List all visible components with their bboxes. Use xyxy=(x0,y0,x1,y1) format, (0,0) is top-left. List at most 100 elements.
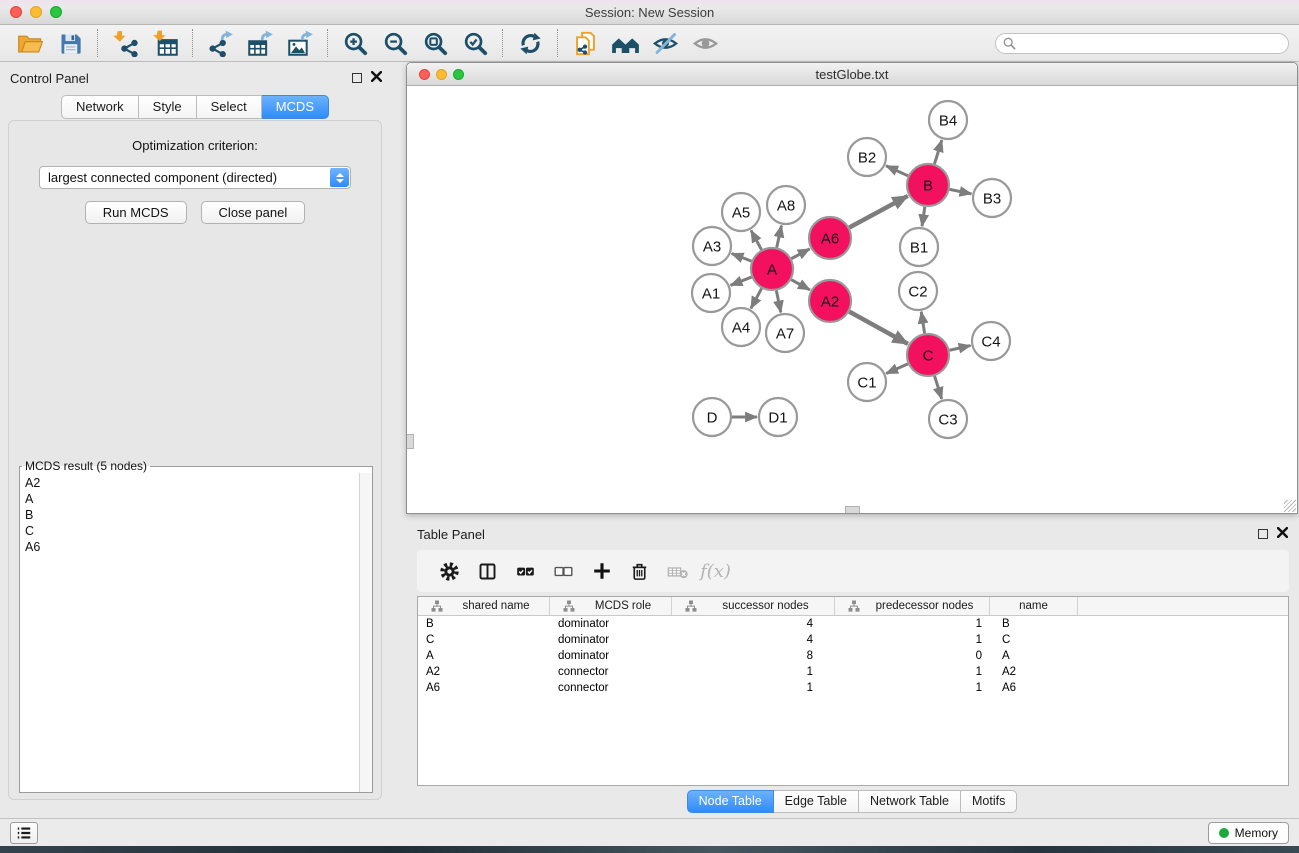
node-D[interactable]: D xyxy=(693,398,731,436)
network-close-button[interactable] xyxy=(419,69,430,80)
window-resize-grip[interactable] xyxy=(1284,500,1296,512)
close-panel-icon[interactable] xyxy=(371,71,382,82)
bottom-splitter-handle[interactable] xyxy=(845,506,860,513)
node-C4[interactable]: C4 xyxy=(972,322,1010,360)
trash-button[interactable] xyxy=(623,554,656,588)
node-B4[interactable]: B4 xyxy=(929,101,967,139)
edge-A-A7[interactable] xyxy=(776,291,780,313)
edge-A-A2[interactable] xyxy=(791,280,810,290)
edge-A-A5[interactable] xyxy=(751,230,761,249)
show-panels-button[interactable] xyxy=(10,822,38,844)
import-network-button[interactable] xyxy=(105,27,145,59)
node-B2[interactable]: B2 xyxy=(848,138,886,176)
export-image-button[interactable] xyxy=(280,27,320,59)
edge-B-B2[interactable] xyxy=(886,166,908,176)
import-table-button[interactable] xyxy=(145,27,185,59)
search-input[interactable] xyxy=(1020,35,1288,52)
tab-network[interactable]: Network xyxy=(61,95,139,119)
memory-button[interactable]: Memory xyxy=(1208,822,1289,844)
columns-button[interactable] xyxy=(471,554,504,588)
zoom-fit-button[interactable] xyxy=(415,27,455,59)
refresh-button[interactable] xyxy=(510,27,550,59)
edge-A-A6[interactable] xyxy=(791,249,809,259)
edge-A6-B[interactable] xyxy=(849,196,907,228)
node-B3[interactable]: B3 xyxy=(973,179,1011,217)
tab-network-table[interactable]: Network Table xyxy=(859,790,961,813)
float-table-panel-icon[interactable] xyxy=(1258,529,1268,539)
tab-node-table[interactable]: Node Table xyxy=(687,790,774,813)
tab-mcds[interactable]: MCDS xyxy=(262,95,329,119)
column-header-predecessor-nodes[interactable]: predecessor nodes xyxy=(835,597,990,615)
edge-B-B4[interactable] xyxy=(934,140,941,164)
zoom-window-button[interactable] xyxy=(50,6,62,18)
edge-A2-C[interactable] xyxy=(849,312,908,344)
column-header-MCDS-role[interactable]: MCDS role xyxy=(550,597,672,615)
node-A[interactable]: A xyxy=(751,248,793,290)
mcds-result-item[interactable]: A xyxy=(20,491,358,507)
mcds-result-item[interactable]: B xyxy=(20,507,358,523)
node-A2[interactable]: A2 xyxy=(809,280,851,322)
node-B1[interactable]: B1 xyxy=(900,228,938,266)
node-A4[interactable]: A4 xyxy=(722,308,760,346)
minimize-window-button[interactable] xyxy=(30,6,42,18)
network-minimize-button[interactable] xyxy=(436,69,447,80)
column-header-shared-name[interactable]: shared name xyxy=(418,597,550,615)
select-all-button[interactable] xyxy=(509,554,542,588)
node-B[interactable]: B xyxy=(907,164,949,206)
run-mcds-button[interactable]: Run MCDS xyxy=(85,201,187,224)
edge-B-B1[interactable] xyxy=(922,207,925,226)
column-header-name[interactable]: name xyxy=(990,597,1078,615)
eye-button[interactable] xyxy=(685,27,725,59)
edge-A-A4[interactable] xyxy=(751,288,762,308)
clone-network-button[interactable] xyxy=(565,27,605,59)
node-C[interactable]: C xyxy=(907,334,949,376)
save-button[interactable] xyxy=(50,27,90,59)
optimization-criterion-select[interactable]: largest connected component (directed) xyxy=(39,166,351,189)
tab-style[interactable]: Style xyxy=(139,95,197,119)
edge-A-A1[interactable] xyxy=(731,277,752,285)
close-table-panel-icon[interactable] xyxy=(1277,527,1288,538)
node-A3[interactable]: A3 xyxy=(693,227,731,265)
eye-slash-button[interactable] xyxy=(645,27,685,59)
node-A5[interactable]: A5 xyxy=(722,193,760,231)
table-row[interactable]: A6connector11A6 xyxy=(418,680,1288,696)
node-A8[interactable]: A8 xyxy=(767,186,805,224)
column-header-successor-nodes[interactable]: successor nodes xyxy=(672,597,835,615)
mcds-result-item[interactable]: C xyxy=(20,523,358,539)
tab-motifs[interactable]: Motifs xyxy=(961,790,1017,813)
gear-button[interactable] xyxy=(433,554,466,588)
edge-C-C1[interactable] xyxy=(886,364,908,374)
export-network-button[interactable] xyxy=(200,27,240,59)
edge-C-C3[interactable] xyxy=(935,376,942,399)
edge-A-A3[interactable] xyxy=(732,254,752,262)
mcds-result-item[interactable]: A6 xyxy=(20,539,358,555)
add-button[interactable] xyxy=(585,554,618,588)
edge-B-B3[interactable] xyxy=(950,189,972,193)
node-C3[interactable]: C3 xyxy=(929,400,967,438)
network-zoom-button[interactable] xyxy=(453,69,464,80)
zoom-in-button[interactable] xyxy=(335,27,375,59)
table-row[interactable]: Bdominator41B xyxy=(418,616,1288,632)
float-panel-icon[interactable] xyxy=(352,73,362,83)
zoom-selected-button[interactable] xyxy=(455,27,495,59)
node-D1[interactable]: D1 xyxy=(759,398,797,436)
deselect-all-button[interactable] xyxy=(547,554,580,588)
close-panel-button[interactable]: Close panel xyxy=(201,201,306,224)
table-row[interactable]: Adominator80A xyxy=(418,648,1288,664)
node-C2[interactable]: C2 xyxy=(899,272,937,310)
node-C1[interactable]: C1 xyxy=(848,363,886,401)
tab-select[interactable]: Select xyxy=(197,95,262,119)
node-A7[interactable]: A7 xyxy=(766,314,804,352)
export-table-button[interactable] xyxy=(240,27,280,59)
network-canvas[interactable]: B4B2BB3A8A5A6A3B1AC2A1A2A4A7C4CC1C3DD1 xyxy=(407,86,1297,513)
tab-edge-table[interactable]: Edge Table xyxy=(774,790,859,813)
edge-C-C2[interactable] xyxy=(921,312,924,334)
result-scrollbar[interactable] xyxy=(359,473,372,792)
node-A6[interactable]: A6 xyxy=(809,217,851,259)
table-row[interactable]: Cdominator41C xyxy=(418,632,1288,648)
open-button[interactable] xyxy=(10,27,50,59)
table-row[interactable]: A2connector11A2 xyxy=(418,664,1288,680)
close-window-button[interactable] xyxy=(10,6,22,18)
left-splitter-handle[interactable] xyxy=(407,434,414,449)
edge-A-A8[interactable] xyxy=(777,226,782,248)
